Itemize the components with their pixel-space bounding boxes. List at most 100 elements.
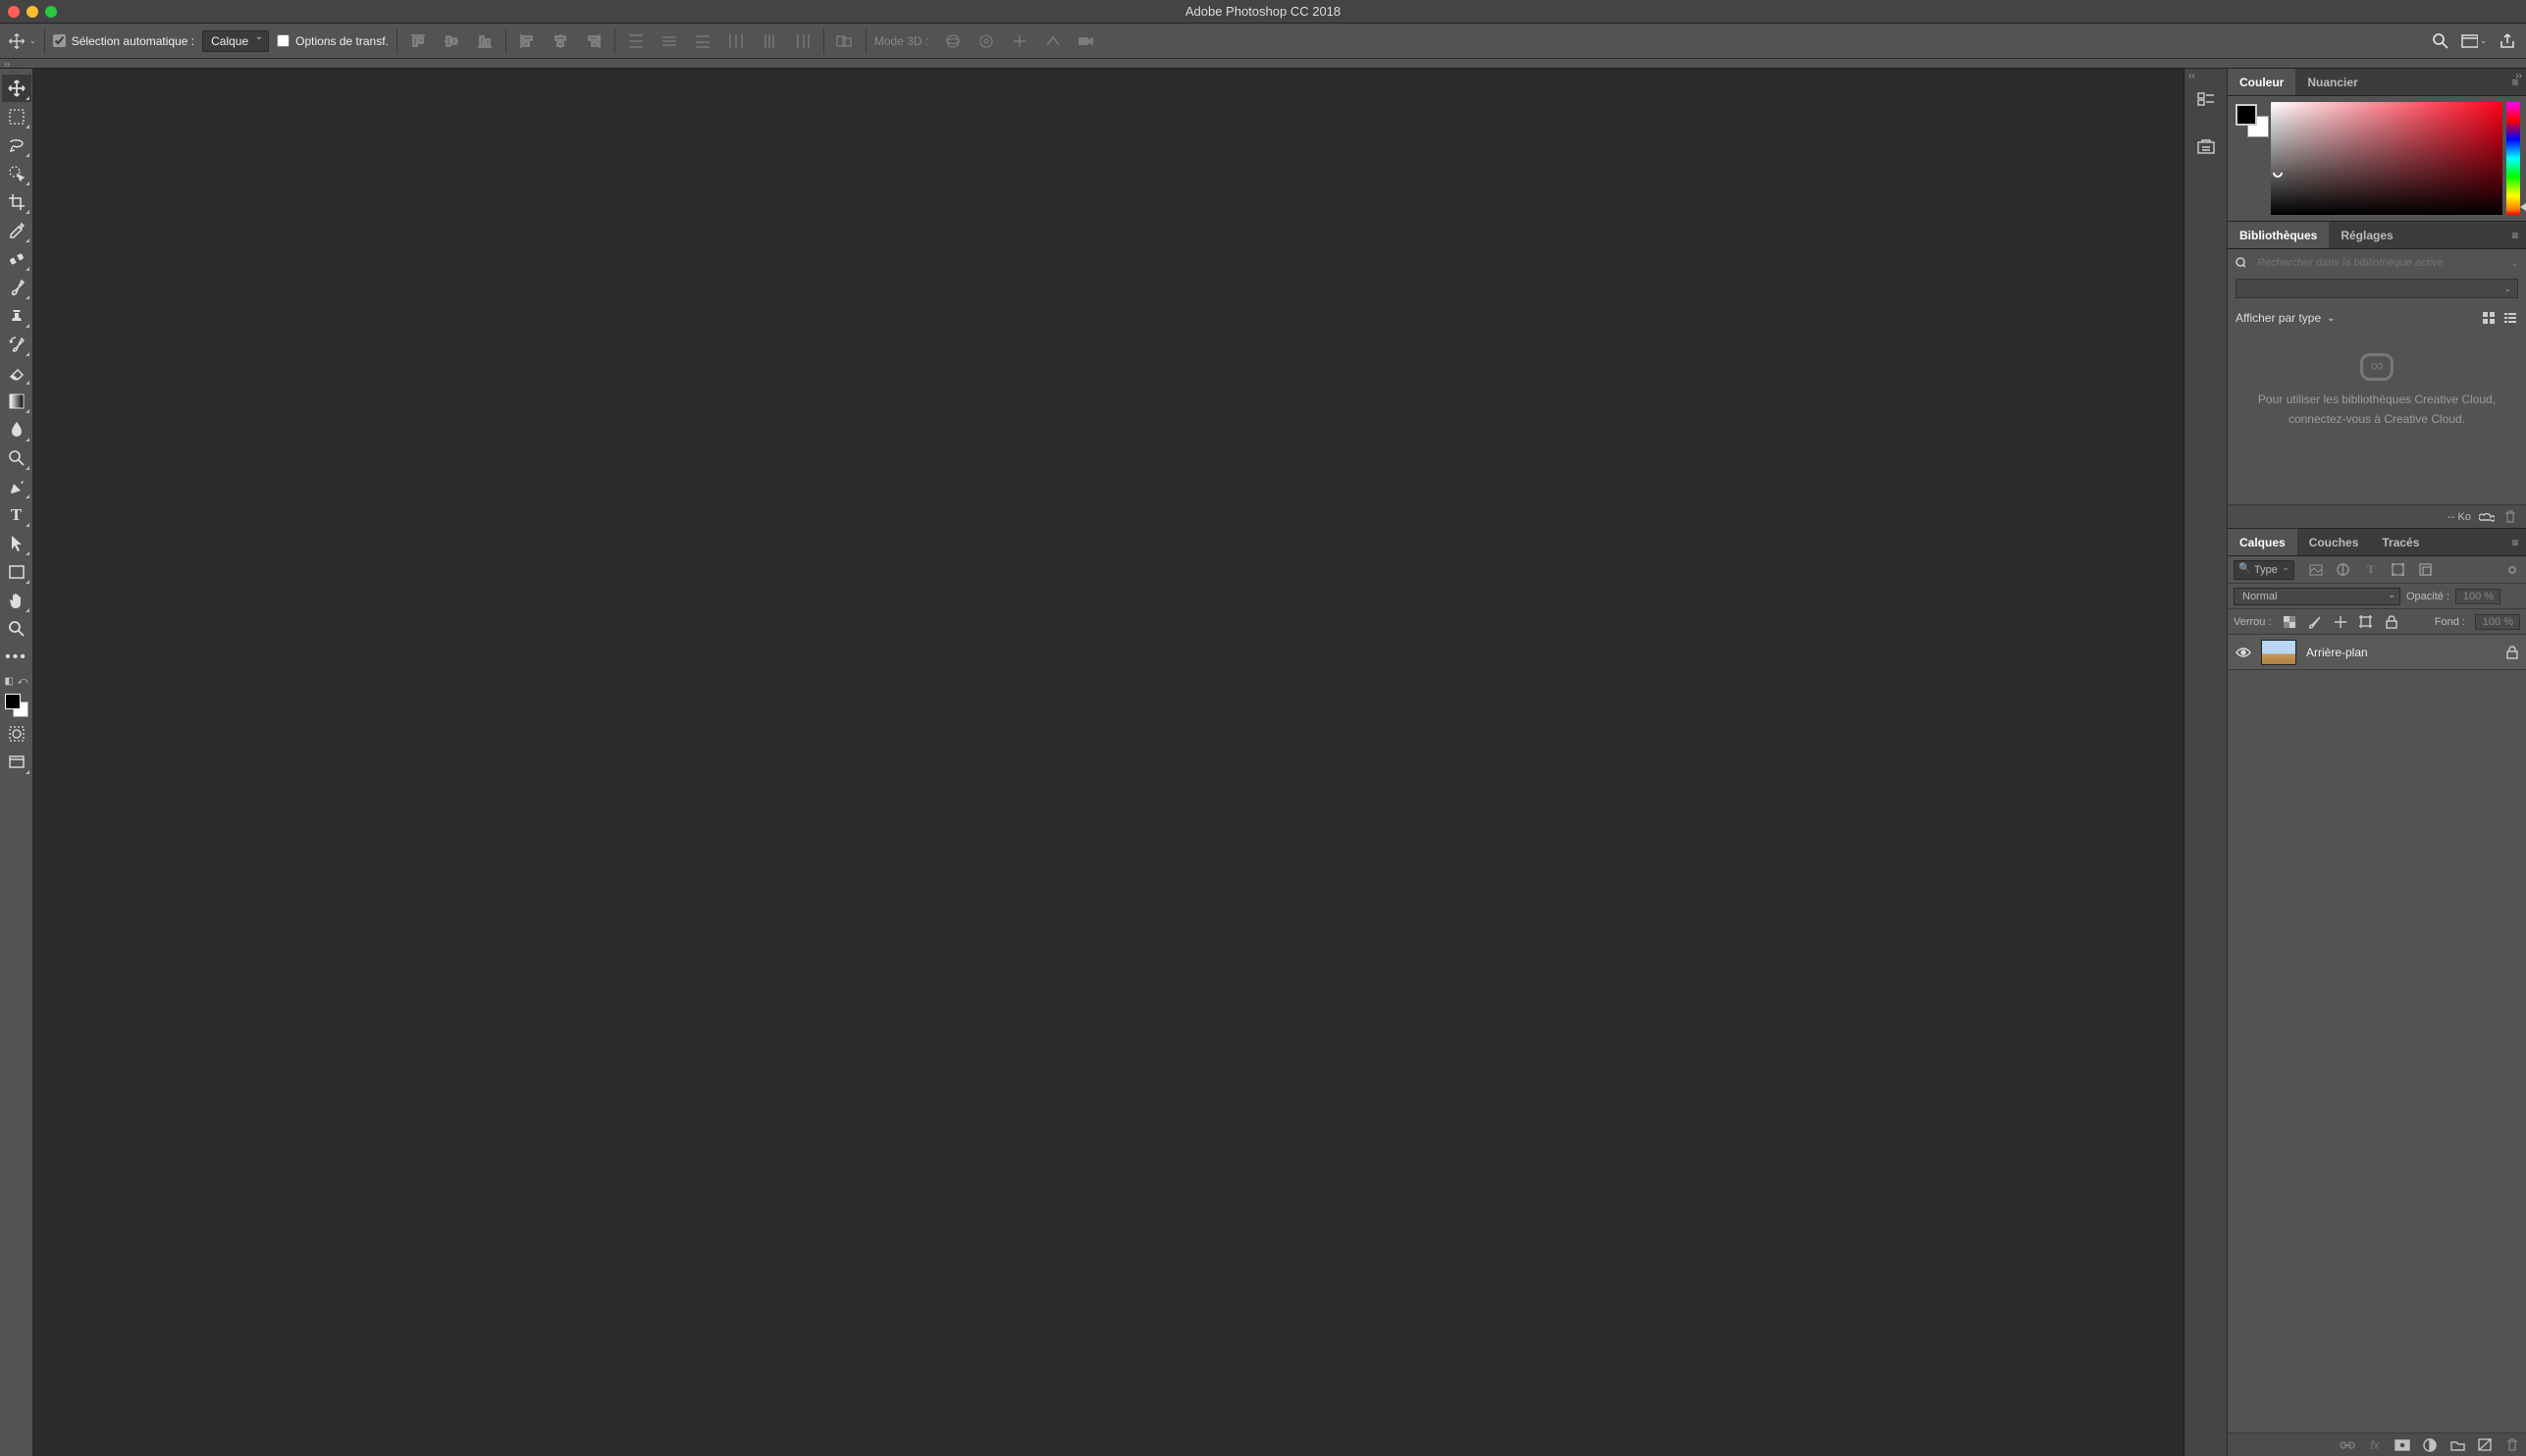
dist-right-button[interactable] [790,28,816,54]
foreground-background-swatch[interactable] [2,691,31,720]
layer-filter-type-select[interactable]: Type [2234,560,2294,580]
layer-fx-icon[interactable]: fx [2367,1437,2383,1453]
collapse-dock-icon[interactable]: ‹‹ [2188,71,2195,81]
tab-channels[interactable]: Couches [2297,529,2371,555]
quick-mask-button[interactable] [2,720,31,748]
lock-position-icon[interactable] [2333,614,2348,630]
brush-tool[interactable] [2,274,31,301]
new-layer-icon[interactable] [2477,1437,2493,1453]
layer-name[interactable]: Arrière-plan [2306,646,2497,659]
rect-marquee-tool[interactable] [2,103,31,130]
history-brush-tool[interactable] [2,331,31,358]
filter-adjust-icon[interactable] [2336,562,2351,578]
share-button[interactable] [2495,28,2520,54]
opacity-value[interactable]: 100 % [2455,589,2500,604]
default-colors-icon[interactable]: ◧ [5,676,14,687]
panel-menu-icon[interactable]: ≡ [2504,529,2526,555]
layer-mask-icon[interactable] [2394,1437,2410,1453]
pen-tool[interactable] [2,473,31,500]
tab-adjustments[interactable]: Réglages [2329,222,2404,248]
rectangle-shape-tool[interactable] [2,558,31,586]
filter-smart-icon[interactable] [2418,562,2434,578]
grid-view-icon[interactable] [2481,310,2497,326]
screen-mode-button[interactable] [2,749,31,776]
align-top-edges-button[interactable] [405,28,431,54]
move-tool[interactable] [2,75,31,102]
color-foreground-swatch[interactable] [2236,104,2257,126]
lasso-tool[interactable] [2,131,31,159]
auto-select-target-select[interactable]: Calque [202,30,269,52]
dist-vcenter-button[interactable] [657,28,682,54]
swap-colors-icon[interactable]: ⤺ [18,676,28,687]
filter-shape-icon[interactable] [2391,562,2406,578]
align-vertical-centers-button[interactable] [439,28,464,54]
foreground-color[interactable] [5,694,21,709]
path-select-tool[interactable] [2,530,31,557]
tab-layers[interactable]: Calques [2228,529,2297,555]
canvas-area[interactable] [33,69,2184,1456]
filter-text-icon[interactable]: T [2363,562,2379,578]
dist-left-button[interactable] [723,28,749,54]
eyedropper-tool[interactable] [2,217,31,244]
edit-toolbar-button[interactable]: ••• [2,644,31,671]
auto-select-checkbox[interactable]: Sélection automatique : [53,34,194,48]
close-window-button[interactable] [8,6,20,18]
auto-align-button[interactable] [832,28,858,54]
3d-slide-button[interactable] [1040,28,1066,54]
blend-mode-select[interactable]: Normal [2234,588,2400,605]
dodge-tool[interactable] [2,444,31,472]
zoom-tool[interactable] [2,615,31,643]
search-button[interactable] [2428,28,2453,54]
minimize-window-button[interactable] [26,6,38,18]
tab-color[interactable]: Couleur [2228,69,2295,95]
tab-libraries[interactable]: Bibliothèques [2228,222,2329,248]
panel-menu-icon[interactable]: ≡ [2504,222,2526,248]
lock-image-icon[interactable] [2307,614,2323,630]
trash-icon[interactable] [2502,509,2518,525]
clone-stamp-tool[interactable] [2,302,31,330]
lock-all-icon[interactable] [2384,614,2399,630]
dist-hcenter-button[interactable] [757,28,782,54]
3d-orbit-button[interactable] [940,28,966,54]
hue-slider[interactable] [2506,102,2520,215]
align-right-edges-button[interactable] [581,28,606,54]
align-bottom-edges-button[interactable] [472,28,498,54]
3d-camera-button[interactable] [1074,28,1099,54]
library-select[interactable]: ⌄ [2236,279,2518,298]
lock-artboard-icon[interactable] [2358,614,2374,630]
dist-top-button[interactable] [623,28,649,54]
align-horizontal-centers-button[interactable] [548,28,573,54]
type-tool[interactable]: T [2,501,31,529]
quick-select-tool[interactable] [2,160,31,187]
tab-swatches[interactable]: Nuancier [2295,69,2369,95]
cloud-sync-icon[interactable] [2479,509,2495,525]
color-field[interactable] [2271,102,2502,215]
blur-tool[interactable] [2,416,31,443]
healing-brush-tool[interactable] [2,245,31,273]
crop-tool[interactable] [2,188,31,216]
library-filter-label[interactable]: Afficher par type [2236,311,2321,325]
transform-controls-checkbox[interactable]: Options de transf. [277,34,389,48]
dist-bottom-button[interactable] [690,28,715,54]
chevron-down-icon[interactable]: ⌄ [2510,258,2518,269]
library-search-input[interactable] [2257,257,2510,269]
hue-slider-thumb[interactable] [2520,203,2526,211]
layer-lock-icon[interactable] [2506,646,2518,659]
lock-transparent-icon[interactable] [2282,614,2297,630]
expand-left-dock-icon[interactable]: ›› [4,59,10,69]
filter-pixel-icon[interactable] [2308,562,2324,578]
list-view-icon[interactable] [2502,310,2518,326]
expand-dock-icon[interactable]: ›› [2515,71,2522,81]
tab-paths[interactable]: Tracés [2370,529,2431,555]
layout-arrange-button[interactable]: ⌄ [2461,28,2487,54]
properties-panel-icon[interactable] [2192,135,2220,159]
new-group-icon[interactable] [2449,1437,2465,1453]
fullscreen-window-button[interactable] [45,6,57,18]
chevron-down-icon[interactable]: ⌄ [2327,313,2335,324]
delete-layer-icon[interactable] [2504,1437,2520,1453]
gradient-tool[interactable] [2,388,31,415]
eraser-tool[interactable] [2,359,31,387]
3d-pan-button[interactable] [1007,28,1032,54]
layer-thumbnail[interactable] [2261,640,2296,665]
layer-row[interactable]: Arrière-plan [2228,635,2526,670]
